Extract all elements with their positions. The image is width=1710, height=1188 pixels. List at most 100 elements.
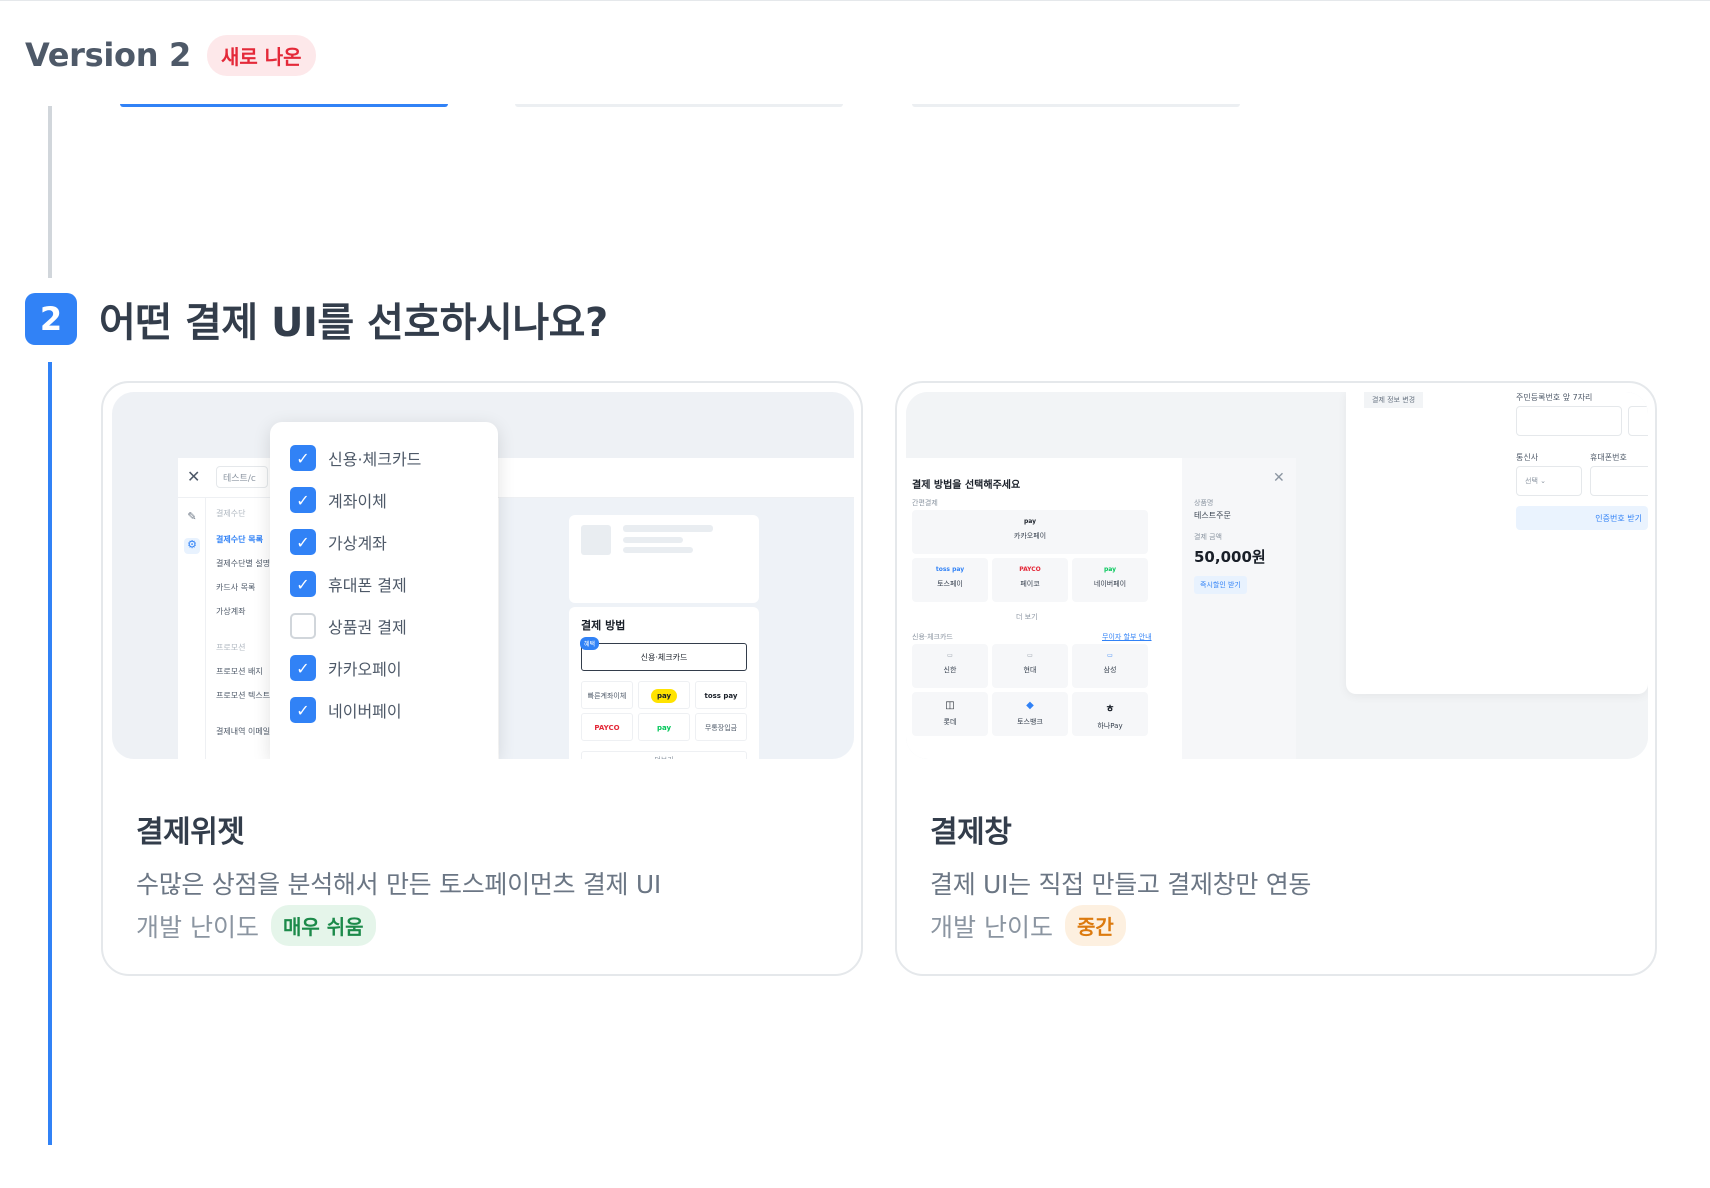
card-tile: ◫ 롯데 [912,692,988,736]
difficulty-badge: 매우 쉬움 [270,905,376,946]
payment-cell: toss pay [695,681,747,709]
admin-menu-item: 프로모션 배지 [216,667,263,676]
card-tile: ▭ 삼성 [1072,644,1148,688]
section-label: 신용·체크카드 [912,633,953,641]
previous-card-edge-selected[interactable] [120,104,448,107]
difficulty-label: 개발 난이도 [930,912,1053,942]
summary-value: 테스트주문 [1194,511,1231,520]
card-tile: ▭ 현대 [992,644,1068,688]
easy-pay-tile: pay 네이버페이 [1072,558,1148,602]
summary-label: 결제 금액 [1194,533,1222,541]
previous-card-edge[interactable] [515,104,843,107]
payment-cell: pay [638,713,690,741]
close-icon: ✕ [187,467,201,486]
more-button: 더보기 [581,751,747,759]
payment-cell: 무통장입금 [695,713,747,741]
form-tag: 결제 정보 변경 [1364,392,1424,408]
form-label: 휴대폰번호 [1590,453,1627,462]
option-title: 결제창 [930,815,1012,850]
order-summary-panel: 상품명 테스트주문 결제 금액 50,000원 즉시할인 받기 [1182,458,1296,759]
pencil-icon: ✎ [187,510,197,523]
section-label: 간편결제 [912,499,938,507]
payment-cell: 빠른계좌이체 [581,681,633,709]
option-description: 결제 UI는 직접 만들고 결제창만 연동 [930,870,1312,899]
admin-rail: ✎ ⚙ [178,498,206,759]
widget-preview-image: ✕ 테스트/c ✎ ⚙ 결제수단 결제수단 목록 결제수단별 설명 카드사 목록… [112,392,854,759]
easy-pay-tile: PAYCO 페이코 [992,558,1068,602]
step-question: 어떤 결제 UI를 선호하시나요? [99,300,608,346]
new-badge: 새로 나온 [207,34,316,76]
option-title: 결제위젯 [136,815,245,850]
form-input [1628,406,1648,436]
card-tile: ▭ 신한 [912,644,988,688]
admin-search-field: 테스트/c [216,466,268,488]
checklist-item: ✓ 가상계좌 [290,528,387,556]
card-tile: ㅎ 하나Pay [1072,692,1148,736]
version-header: Version 2 새로 나온 [25,34,316,76]
checkbox-checked-icon: ✓ [290,655,316,681]
payment-method-selected: 신용·체크카드 [581,643,747,671]
window-preview-image: 결제 정보 변경 주민등록번호 앞 7자리 통신사 휴대폰번호 선택 ⌄ 인증번… [906,392,1648,759]
payment-method-checklist: ✓ 신용·체크카드 ✓ 계좌이체 ✓ 가상계좌 ✓ 휴대폰 결제 상품권 결제 ✓ 카카오… [270,422,498,759]
payment-amount: 50,000원 [1194,548,1266,566]
admin-menu-item: 결제수단 목록 [216,535,263,544]
card-tile: ◆ 토스뱅크 [992,692,1068,736]
easy-pay-tile: pay 카카오페이 [912,510,1148,554]
version-title: Version 2 [25,36,191,74]
checklist-item: ✓ 휴대폰 결제 [290,570,407,598]
checklist-item: ✓ 신용·체크카드 [290,444,421,472]
checklist-item: ✓ 계좌이체 [290,486,387,514]
active-step-line [48,362,52,1145]
option-description: 수많은 상점을 분석해서 만든 토스페이먼츠 결제 UI [136,870,661,899]
form-label: 통신사 [1516,453,1539,462]
checklist-item: 상품권 결제 [290,612,407,640]
difficulty-row: 개발 난이도 중간 [930,905,1126,946]
difficulty-badge: 중간 [1064,905,1126,946]
previous-card-edge[interactable] [912,104,1240,107]
chevron-down-icon: ⌄ [1540,477,1546,485]
admin-menu-item: 결제수단 [216,509,246,518]
admin-menu-item: 프로모션 [216,643,246,652]
difficulty-label: 개발 난이도 [136,912,259,942]
payment-cell: PAYCO [581,713,633,741]
previous-step-line [48,106,52,278]
easy-pay-tile: toss pay 토스페이 [912,558,988,602]
admin-menu-item: 결제내역 이메일 [216,727,271,736]
more-link: 더 보기 [1016,613,1038,621]
option-card-payment-window[interactable]: 결제 정보 변경 주민등록번호 앞 7자리 통신사 휴대폰번호 선택 ⌄ 인증번… [895,381,1657,976]
close-icon: ✕ [1273,470,1285,486]
summary-label: 상품명 [1194,499,1214,507]
step-header: 2 어떤 결제 UI를 선호하시나요? [25,292,608,346]
admin-menu-item: 프로모션 텍스트 [216,691,271,700]
kakaopay-logo: pay [650,689,678,703]
request-code-button: 인증번호 받기 [1516,506,1648,530]
preview-skeleton-card [569,515,759,603]
checklist-item: ✓ 네이버페이 [290,696,402,724]
modal-title: 결제 방법을 선택해주세요 [912,480,1021,491]
payment-method-box: 결제 방법 신용·체크카드 혜택 빠른계좌이체 pay toss pay PAY… [569,607,759,759]
step-number-badge: 2 [25,293,77,345]
coupon-button: 즉시할인 받기 [1194,576,1247,594]
verification-form-mock: 결제 정보 변경 주민등록번호 앞 7자리 통신사 휴대폰번호 선택 ⌄ 인증번… [1346,392,1648,694]
checkbox-checked-icon: ✓ [290,529,316,555]
admin-menu-item: 카드사 목록 [216,583,256,592]
admin-menu-item: 가상계좌 [216,607,246,616]
option-card-payment-widget[interactable]: ✕ 테스트/c ✎ ⚙ 결제수단 결제수단 목록 결제수단별 설명 카드사 목록… [101,381,863,976]
checkbox-checked-icon: ✓ [290,697,316,723]
benefit-tag: 혜택 [580,637,600,650]
installment-info-link: 무이자 할부 안내 [1102,633,1152,641]
gear-icon: ⚙ [184,538,200,554]
form-label: 주민등록번호 앞 7자리 [1516,393,1593,402]
form-input [1516,406,1622,436]
checkbox-checked-icon: ✓ [290,571,316,597]
form-input [1590,466,1648,496]
payment-cell: pay [638,681,690,709]
admin-menu-item: 결제수단별 설명 [216,559,271,568]
carrier-select: 선택 ⌄ [1516,466,1582,496]
checkbox-checked-icon: ✓ [290,445,316,471]
payment-method-title: 결제 방법 [581,619,626,632]
checkbox-checked-icon: ✓ [290,487,316,513]
checkbox-empty-icon [290,613,316,639]
difficulty-row: 개발 난이도 매우 쉬움 [136,905,376,946]
checklist-item: ✓ 카카오페이 [290,654,402,682]
